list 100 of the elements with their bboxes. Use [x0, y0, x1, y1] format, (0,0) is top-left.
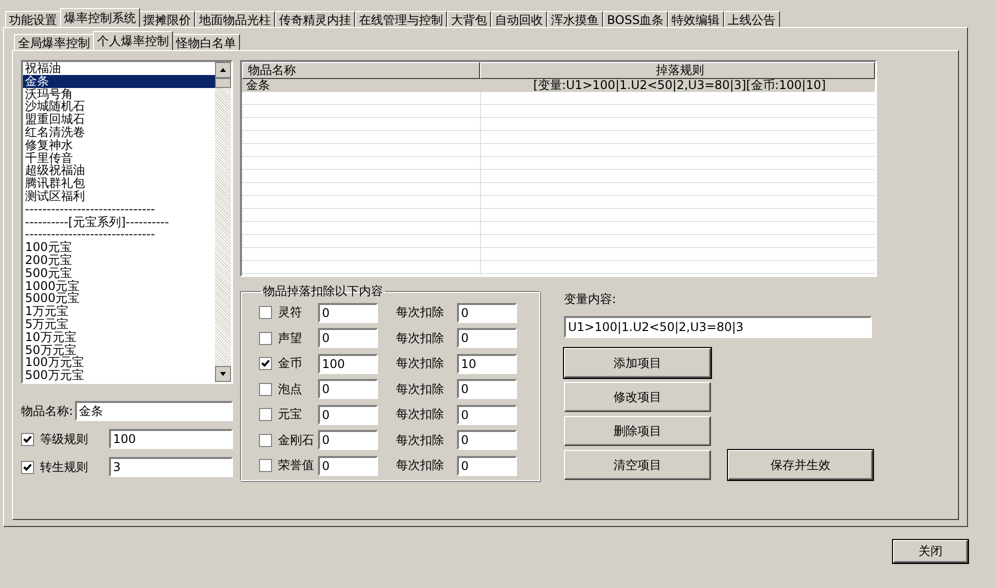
action-button[interactable]: 修改项目 [564, 382, 711, 412]
per-deduct-field[interactable]: 10 [457, 354, 517, 374]
tab[interactable]: 全局爆率控制 [14, 34, 94, 50]
tab[interactable]: 摆摊限价 [139, 11, 195, 27]
per-deduct-label: 每次扣除 [396, 304, 445, 322]
checkbox[interactable] [21, 460, 34, 474]
list-item[interactable]: 超级祝福油 [23, 164, 215, 178]
list-item[interactable]: 红名清洗卷 [23, 126, 215, 139]
variable-label: 变量内容: [564, 291, 618, 308]
rule-label: 等级规则 [40, 430, 89, 448]
per-deduct-field[interactable]: 0 [457, 456, 517, 476]
per-deduct-field[interactable]: 0 [457, 328, 517, 348]
currency-label: 泡点 [278, 380, 303, 398]
list-item[interactable]: 千里传音 [23, 152, 215, 164]
amount-field[interactable]: 0 [318, 456, 378, 476]
tab[interactable]: 浑水摸鱼 [547, 11, 603, 27]
checkbox[interactable] [259, 332, 272, 345]
list-item[interactable]: ------------------------------ [23, 202, 215, 216]
checkbox[interactable] [259, 434, 272, 447]
currency-label: 金币 [278, 355, 303, 372]
amount-field[interactable]: 100 [318, 354, 378, 374]
action-button[interactable]: 删除项目 [564, 416, 711, 446]
tab[interactable]: 爆率控制系统 [60, 8, 140, 27]
list-item[interactable]: 5万元宝 [23, 318, 215, 331]
group-title: 物品掉落扣除以下内容 [262, 283, 384, 300]
list-item[interactable]: 沙城随机石 [23, 100, 215, 114]
checkbox[interactable] [21, 432, 34, 446]
list-item[interactable]: 祝福油 [23, 62, 215, 75]
per-deduct-field[interactable]: 0 [457, 404, 517, 425]
amount-field[interactable]: 0 [318, 328, 378, 348]
list-item[interactable]: 100元宝 [23, 241, 215, 254]
list-item[interactable]: ------------------------------ [23, 228, 215, 242]
list-item[interactable]: 金条 [23, 74, 215, 88]
currency-label: 灵符 [278, 304, 303, 322]
action-button[interactable]: 添加项目 [564, 348, 711, 378]
tab[interactable]: 怪物白名单 [172, 34, 240, 50]
list-item[interactable]: 盟重回城石 [23, 113, 215, 126]
tab[interactable]: 上线公告 [724, 11, 780, 27]
tab[interactable]: 大背包 [447, 11, 491, 27]
list-item[interactable]: 5000元宝 [23, 292, 215, 306]
list-item[interactable]: 修复神水 [23, 138, 215, 152]
list-item[interactable]: 测试区福利 [23, 190, 215, 203]
tab[interactable]: 功能设置 [5, 11, 61, 27]
list-item[interactable]: 50万元宝 [23, 344, 215, 356]
per-deduct-label: 每次扣除 [396, 330, 445, 347]
currency-label: 元宝 [278, 406, 303, 424]
save-button[interactable]: 保存并生效 [728, 450, 873, 480]
list-item[interactable]: 沃玛号角 [23, 88, 215, 100]
list-item[interactable]: 1万元宝 [23, 305, 215, 318]
action-button[interactable]: 清空项目 [564, 450, 711, 480]
checkbox[interactable] [259, 357, 272, 370]
tab[interactable]: 特效编辑 [668, 11, 724, 27]
table-cell: [变量:U1>100|1.U2<50|2,U3=80|3][金币:100|10] [480, 79, 875, 92]
tab[interactable]: 在线管理与控制 [355, 11, 447, 27]
list-item[interactable]: 100万元宝 [23, 356, 215, 370]
tab[interactable]: 个人爆率控制 [93, 31, 173, 50]
scrollbar[interactable] [215, 62, 231, 382]
checkbox[interactable] [259, 459, 272, 472]
scroll-down-icon[interactable] [215, 366, 231, 382]
list-item[interactable]: ----------[元宝系列]---------- [23, 216, 215, 228]
amount-field[interactable]: 0 [318, 430, 378, 450]
per-deduct-label: 每次扣除 [396, 432, 445, 449]
rule-label: 转生规则 [40, 458, 89, 476]
list-item[interactable]: 500万元宝 [23, 369, 215, 382]
tab[interactable]: BOSS血条 [603, 11, 668, 27]
amount-field[interactable]: 0 [318, 379, 378, 400]
tab[interactable]: 地面物品光柱 [195, 11, 275, 27]
column-header[interactable]: 物品名称 [242, 62, 480, 79]
currency-label: 声望 [278, 330, 303, 347]
checkbox[interactable] [259, 408, 272, 422]
amount-field[interactable]: 0 [318, 302, 378, 323]
scroll-up-icon[interactable] [215, 62, 231, 78]
checkbox[interactable] [259, 382, 272, 396]
per-deduct-field[interactable]: 0 [457, 379, 517, 400]
per-deduct-field[interactable]: 0 [457, 430, 517, 450]
currency-label: 荣誉值 [278, 457, 315, 474]
list-item[interactable]: 1000元宝 [23, 280, 215, 292]
rule-field[interactable]: 3 [109, 457, 233, 477]
list-item[interactable]: 腾讯群礼包 [23, 177, 215, 190]
amount-field[interactable]: 0 [318, 404, 378, 425]
table-cell: 金条 [242, 79, 480, 92]
tab[interactable]: 自动回收 [491, 11, 547, 27]
per-deduct-label: 每次扣除 [396, 355, 445, 372]
rule-field[interactable]: 100 [109, 429, 233, 449]
variable-field[interactable]: U1>100|1.U2<50|2,U3=80|3 [564, 316, 872, 338]
item-name-field[interactable]: 金条 [75, 401, 233, 421]
list-item[interactable]: 500元宝 [23, 266, 215, 280]
per-deduct-label: 每次扣除 [396, 406, 445, 424]
close-button[interactable]: 关闭 [893, 540, 968, 563]
per-deduct-label: 每次扣除 [396, 380, 445, 398]
per-deduct-label: 每次扣除 [396, 457, 445, 474]
per-deduct-field[interactable]: 0 [457, 302, 517, 323]
item-name-label: 物品名称: [21, 402, 74, 420]
scroll-thumb[interactable] [215, 78, 231, 88]
currency-label: 金刚石 [278, 432, 315, 449]
column-header[interactable]: 掉落规则 [480, 62, 875, 79]
list-item[interactable]: 10万元宝 [23, 330, 215, 344]
list-item[interactable]: 200元宝 [23, 254, 215, 267]
checkbox[interactable] [259, 306, 272, 320]
tab[interactable]: 传奇精灵内挂 [275, 11, 355, 27]
